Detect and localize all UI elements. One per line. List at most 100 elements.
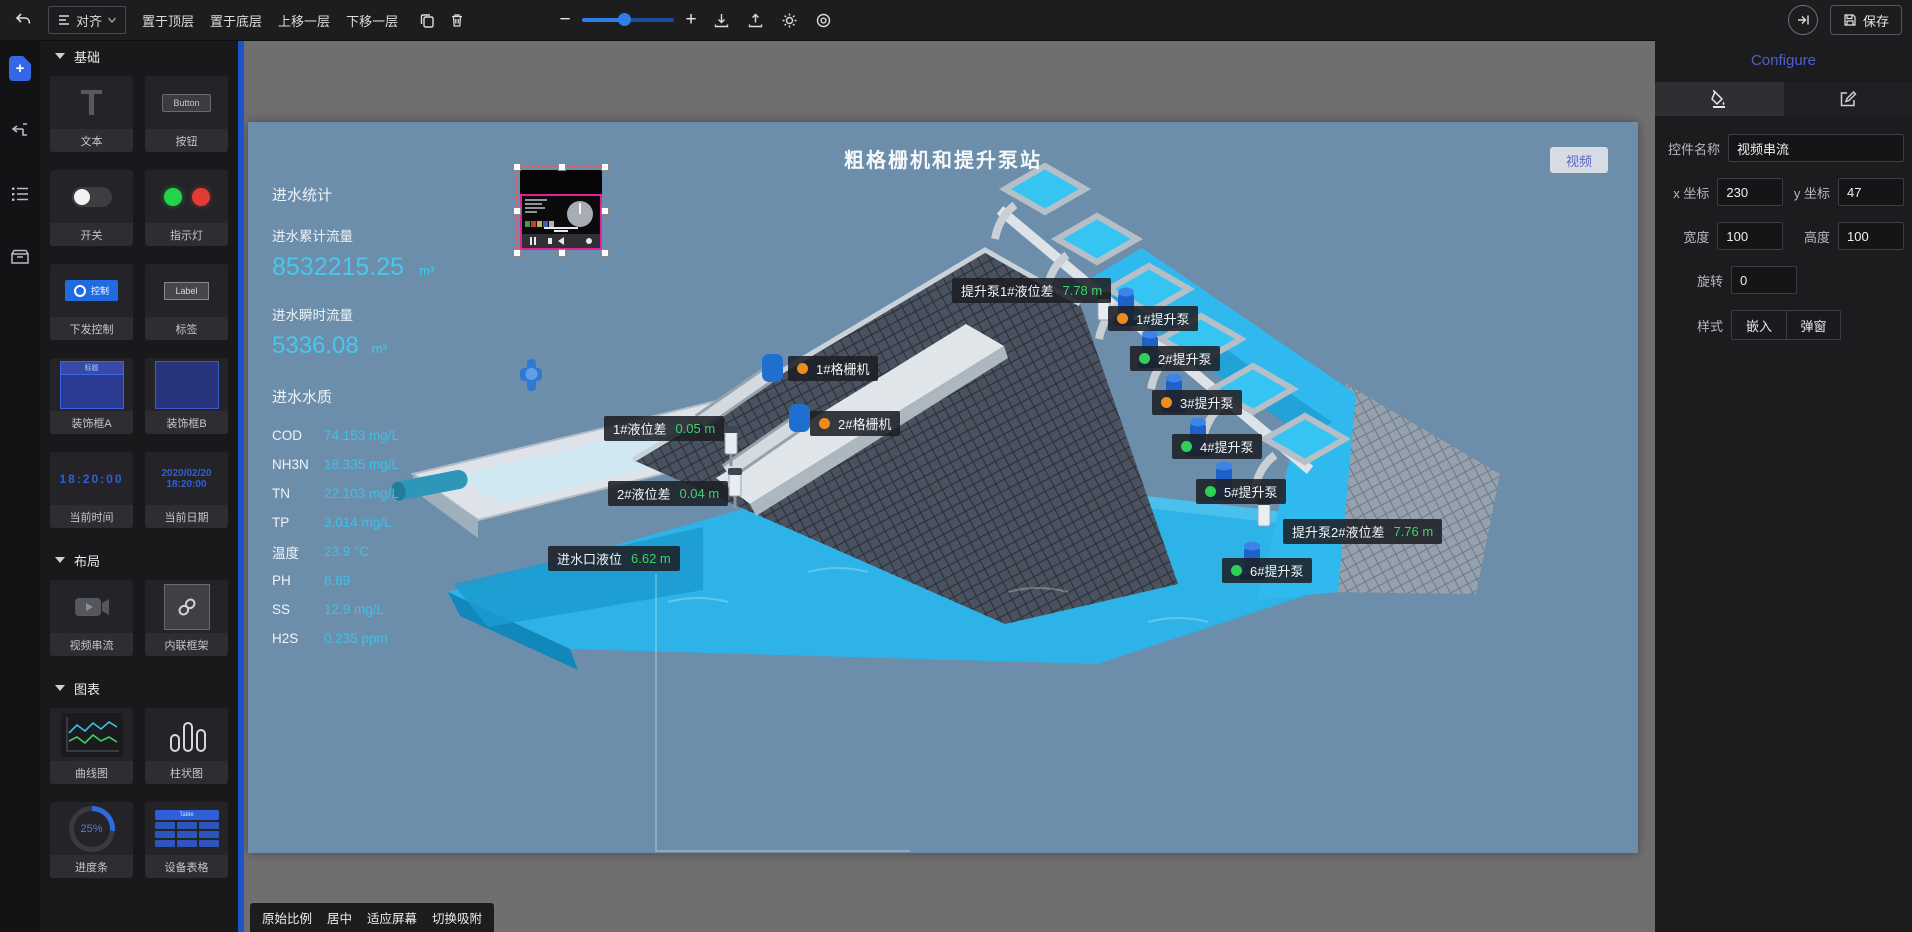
resize-handle-nw[interactable] [513,163,521,171]
style-popup-button[interactable]: 弹窗 [1786,311,1840,339]
settings-gear-icon[interactable] [776,7,802,33]
center-button[interactable]: 居中 [327,908,352,927]
plant-3d-scene[interactable] [248,122,1638,853]
scene-label-text: 2#格栅机 [838,414,891,433]
layer-list-icon[interactable] [7,181,33,207]
zoom-out-icon[interactable]: − [556,9,574,31]
align-icon [57,13,71,27]
y-coordinate-input[interactable] [1838,178,1904,206]
scene-label[interactable]: 提升泵2#液位差7.76 m [1283,519,1442,544]
palette-section-header[interactable]: 布局 [40,544,238,576]
import-icon[interactable] [708,7,734,33]
palette-item-line-chart[interactable]: 曲线图 [50,708,133,784]
status-dot-icon [1205,486,1216,497]
scene-label[interactable]: 5#提升泵 [1196,479,1286,504]
palette-item-video[interactable]: 视频串流 [50,580,133,656]
scene-label[interactable]: 2#格栅机 [810,411,900,436]
palette-divider[interactable] [238,40,244,932]
zoom-slider[interactable] [582,18,674,22]
rotate-input[interactable] [1731,266,1797,294]
resize-handle-se[interactable] [601,249,609,257]
resize-handle-s[interactable] [558,249,566,257]
volume-icon[interactable] [558,237,564,245]
page-title: 粗格栅机和提升泵站 [248,144,1638,173]
video-stream-widget[interactable] [520,170,602,250]
palette-item-indicator[interactable]: 指示灯 [145,170,228,246]
export-icon[interactable] [742,7,768,33]
original-scale-button[interactable]: 原始比例 [262,908,312,927]
scene-label[interactable]: 提升泵1#液位差7.78 m [952,278,1111,303]
record-icon[interactable] [586,238,592,244]
editor-workspace[interactable]: 粗格栅机和提升泵站 视频 进水统计 进水累计流量 8532215.25m³ 进水… [244,40,1655,932]
resize-handle-n[interactable] [558,163,566,171]
height-input[interactable] [1838,222,1904,250]
palette-item-progress[interactable]: 25%进度条 [50,802,133,878]
palette-item-control[interactable]: 控制下发控制 [50,264,133,340]
palette-item-preview [145,358,228,411]
send-to-back-button[interactable]: 置于底层 [210,11,262,30]
resize-handle-ne[interactable] [601,163,609,171]
move-up-layer-button[interactable]: 上移一层 [278,11,330,30]
palette-item-time[interactable]: 18:20:00当前时间 [50,452,133,528]
toggle-snap-button[interactable]: 切换吸附 [432,908,482,927]
tab-edit[interactable] [1784,82,1912,116]
pause-icon[interactable] [530,237,536,245]
align-dropdown[interactable]: 对齐 [48,6,126,34]
preview-icon[interactable] [810,7,836,33]
canvas-page[interactable]: 粗格栅机和提升泵站 视频 进水统计 进水累计流量 8532215.25m³ 进水… [248,122,1638,853]
palette-item-label: 设备表格 [145,855,228,878]
width-input[interactable] [1717,222,1783,250]
scene-label[interactable]: 1#液位差0.05 m [604,416,724,441]
video-chip-button[interactable]: 视频 [1550,147,1608,173]
palette-item-frame-a[interactable]: 标题装饰框A [50,358,133,434]
resize-handle-sw[interactable] [513,249,521,257]
resize-handle-w[interactable] [513,207,521,215]
scene-label[interactable]: 1#格栅机 [788,356,878,381]
video-preview [522,196,600,234]
x-coordinate-input[interactable] [1717,178,1783,206]
palette-item-switch[interactable]: 开关 [50,170,133,246]
palette-item-bar-chart[interactable]: 柱状图 [145,708,228,784]
palette-item-preview: Table [145,802,228,855]
palette-item-label: 装饰框A [50,411,133,434]
palette-item-iframe[interactable]: 内联框架 [145,580,228,656]
scene-label-value: 6.62 m [631,551,671,566]
save-button[interactable]: 保存 [1830,5,1902,35]
fit-screen-button[interactable]: 适应屏幕 [367,908,417,927]
undo-icon[interactable] [10,7,36,33]
palette-item-button[interactable]: Button按钮 [145,76,228,152]
bring-to-front-button[interactable]: 置于顶层 [142,11,194,30]
scene-label[interactable]: 1#提升泵 [1108,306,1198,331]
palette-section-header[interactable]: 图表 [40,672,238,704]
resize-handle-e[interactable] [601,207,609,215]
move-down-layer-button[interactable]: 下移一层 [346,11,398,30]
scene-label[interactable]: 进水口液位6.62 m [548,546,680,571]
scene-label[interactable]: 3#提升泵 [1152,390,1242,415]
style-embed-button[interactable]: 嵌入 [1732,311,1786,339]
zoom-slider-handle[interactable] [618,13,631,26]
scene-label[interactable]: 4#提升泵 [1172,434,1262,459]
stats-title: 进水统计 [272,184,434,205]
widget-library-icon[interactable]: + [7,55,33,81]
delete-icon[interactable] [444,7,470,33]
zoom-in-icon[interactable]: + [682,9,700,31]
palette-item-table[interactable]: Table设备表格 [145,802,228,878]
align-label: 对齐 [76,11,102,30]
palette-item-preview [145,708,228,761]
copy-icon[interactable] [414,7,440,33]
palette-item-label[interactable]: Label标签 [145,264,228,340]
scene-label[interactable]: 2#液位差0.04 m [608,481,728,506]
structure-tree-icon[interactable] [7,118,33,144]
water-quality-list: COD74.153 mg/LNH3N18.335 mg/LTN22.103 mg… [272,421,434,653]
top-toolbar: 对齐 置于顶层 置于底层 上移一层 下移一层 − + [0,0,1912,41]
collapse-panel-icon[interactable] [1788,5,1818,35]
scene-label[interactable]: 2#提升泵 [1130,346,1220,371]
palette-section-header[interactable]: 基础 [40,40,238,72]
scene-label[interactable]: 6#提升泵 [1222,558,1312,583]
widget-name-input[interactable] [1728,134,1904,162]
tab-style[interactable] [1655,82,1784,116]
palette-item-text[interactable]: T文本 [50,76,133,152]
palette-item-date[interactable]: 2020/02/2018:20:00当前日期 [145,452,228,528]
palette-item-frame-b[interactable]: 装饰框B [145,358,228,434]
assets-box-icon[interactable] [7,244,33,270]
